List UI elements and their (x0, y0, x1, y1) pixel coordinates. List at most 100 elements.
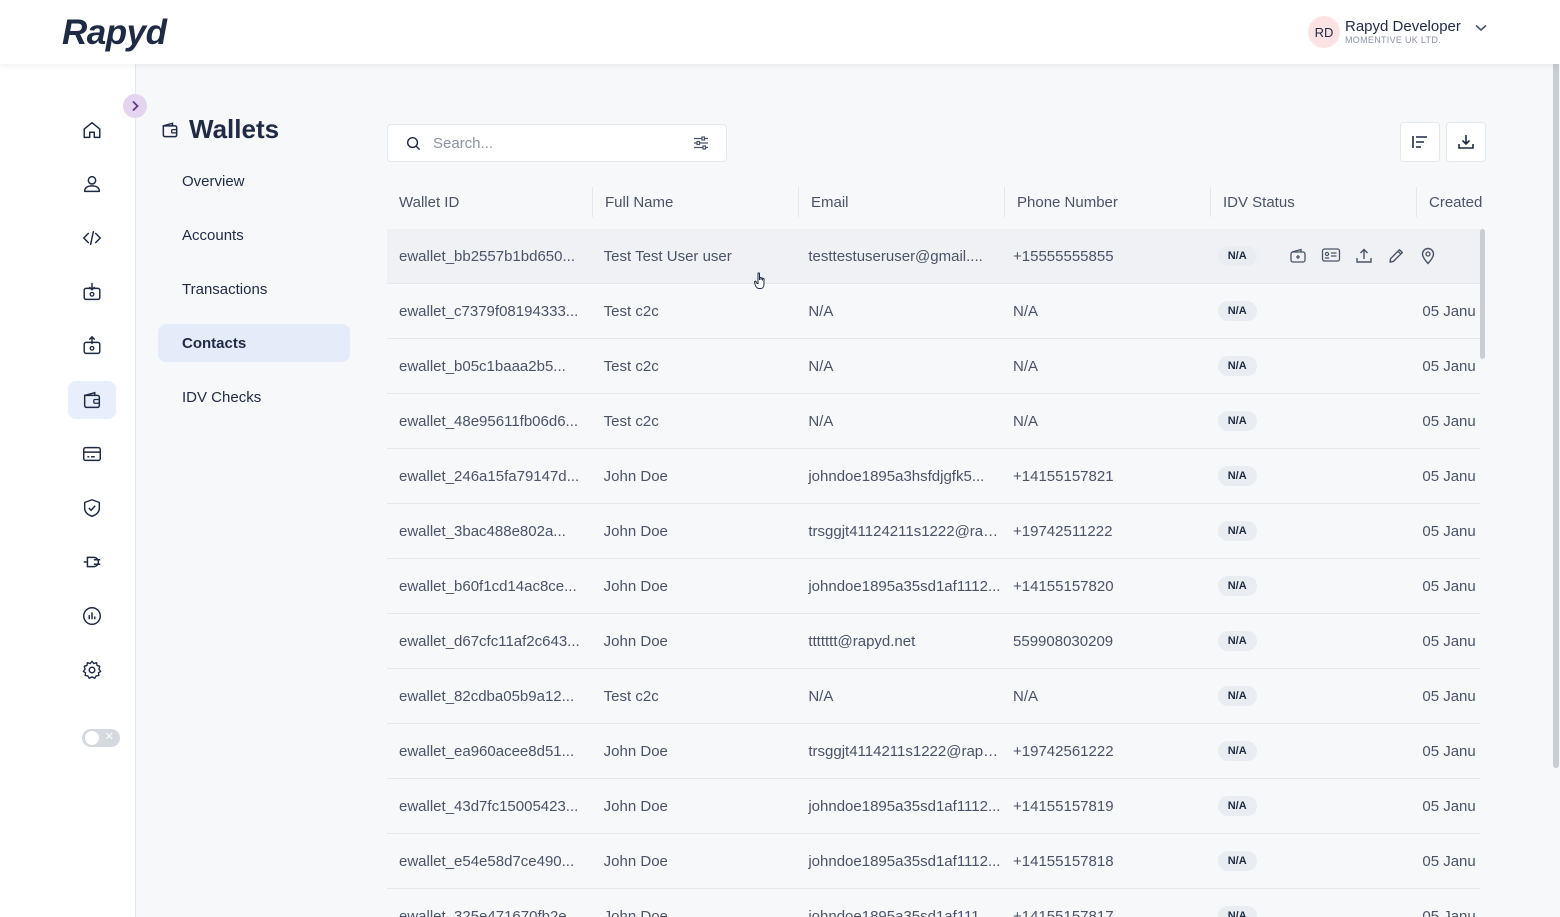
cards-nav-button[interactable] (68, 435, 116, 473)
expand-sidebar-button[interactable] (123, 94, 147, 118)
column-header-full-name[interactable]: Full Name (593, 181, 799, 223)
close-icon: ✕ (104, 731, 114, 743)
email-cell: N/A (808, 412, 834, 430)
code-icon (82, 230, 102, 246)
status-badge: N/A (1217, 356, 1257, 376)
table-row[interactable]: ewallet_3bac488e802a... John Doe trsggjt41… (387, 504, 1480, 559)
table-row[interactable]: ewallet_82cdba05b9a12... Test c2c N/A N/A N/… (387, 669, 1480, 724)
phone-number-cell: +14155157817 (1013, 907, 1114, 917)
column-header-idv-status[interactable]: IDV Status (1211, 181, 1417, 223)
table-row[interactable]: ewallet_e54e58d7ce490... John Doe johndoe1… (387, 834, 1480, 889)
status-badge: N/A (1217, 246, 1257, 266)
settings-nav-button[interactable] (68, 651, 116, 689)
phone-number-cell: +14155157818 (1013, 852, 1114, 870)
full-name-cell: John Doe (603, 852, 668, 870)
rapyd-logo[interactable]: Rapyd (62, 13, 167, 53)
idv-status-cell: N/A (1206, 301, 1411, 321)
full-name-cell: John Doe (603, 907, 668, 917)
email-cell: johndoe1895a35sd1af1112... (808, 797, 1001, 815)
download-button[interactable] (1446, 122, 1486, 162)
idv-status-cell: N/A (1206, 356, 1411, 376)
full-name-cell: John Doe (603, 797, 668, 815)
table-row[interactable]: ewallet_b05c1baaa2b5... Test c2c N/A N/A N/A… (387, 339, 1480, 394)
table-row[interactable]: ewallet_bb2557b1bd650... Test Test User u… (387, 229, 1480, 284)
phone-number-cell: +14155157820 (1013, 577, 1114, 595)
status-badge: N/A (1217, 851, 1257, 871)
column-header-email[interactable]: Email (799, 181, 1005, 223)
phone-number-cell: +15555555855 (1013, 247, 1114, 265)
wallet-id-cell: ewallet_c7379f08194333... (399, 302, 579, 320)
contacts-table: Wallet ID Full Name Email Phone Number I… (387, 181, 1487, 917)
status-badge: N/A (1217, 741, 1257, 761)
table-row[interactable]: ewallet_c7379f08194333... Test c2c N/A N/A N… (387, 284, 1480, 339)
search-input[interactable] (433, 134, 683, 152)
subnav-item-overview[interactable]: Overview (158, 162, 350, 200)
user-menu[interactable]: RD Rapyd Developer MOMENTIVE UK LTD. (1308, 16, 1487, 48)
reports-nav-button[interactable] (68, 597, 116, 635)
edit-icon[interactable] (1387, 247, 1405, 265)
created-cell: 05 Janu (1422, 302, 1476, 320)
location-pin-icon[interactable] (1419, 247, 1437, 265)
disburse-nav-button[interactable] (68, 327, 116, 365)
table-row[interactable]: ewallet_ea960acee8d51... John Doe trsggjt4… (387, 724, 1480, 779)
collect-nav-button[interactable] (68, 273, 116, 311)
page-scrollbar[interactable] (1553, 0, 1559, 768)
wallets-nav-button[interactable] (68, 381, 116, 419)
avatar[interactable]: RD (1308, 16, 1340, 48)
home-nav-button[interactable] (68, 111, 116, 149)
table-scrollbar[interactable] (1480, 229, 1485, 359)
email-cell: ttttttt@rapyd.net (808, 632, 916, 650)
table-row[interactable]: ewallet_325e471670fb2e... John Doe johndoe… (387, 889, 1480, 917)
upload-icon[interactable] (1355, 247, 1373, 265)
status-badge: N/A (1217, 686, 1257, 706)
status-badge: N/A (1217, 631, 1257, 651)
table-row[interactable]: ewallet_43d7fc15005423... John Doe johndoe… (387, 779, 1480, 834)
wallet-id-cell: ewallet_43d7fc15005423... (399, 797, 579, 815)
shield-check-icon (83, 499, 101, 517)
column-header-wallet-id[interactable]: Wallet ID (387, 181, 593, 223)
plug-icon (83, 556, 101, 568)
table-header: Wallet ID Full Name Email Phone Number I… (387, 181, 1487, 223)
table-row[interactable]: ewallet_246a15fa79147d... John Doe johndoe… (387, 449, 1480, 504)
column-header-created[interactable]: Created (1417, 181, 1487, 223)
full-name-cell: John Doe (603, 742, 668, 760)
verify-nav-button[interactable] (68, 489, 116, 527)
email-cell: trsggjt41124211s1222@rap... (808, 522, 1002, 540)
integrations-nav-button[interactable] (68, 543, 116, 581)
search-box (387, 124, 727, 162)
filter-sliders-icon[interactable] (693, 135, 709, 151)
subnav-item-transactions[interactable]: Transactions (158, 270, 350, 308)
full-name-cell: John Doe (603, 577, 668, 595)
id-card-icon[interactable] (1321, 247, 1341, 265)
idv-status-cell: N/A (1206, 906, 1411, 917)
add-wallet-icon[interactable] (1289, 247, 1307, 265)
created-cell: 05 Janu (1422, 412, 1476, 430)
users-nav-button[interactable] (68, 165, 116, 203)
status-badge: N/A (1217, 906, 1257, 917)
idv-status-cell: N/A (1206, 851, 1411, 871)
phone-number-cell: +14155157819 (1013, 797, 1114, 815)
developers-nav-button[interactable] (68, 219, 116, 257)
table-row[interactable]: ewallet_b60f1cd14ac8ce... John Doe johndoe… (387, 559, 1480, 614)
subnav-item-idv-checks[interactable]: IDV Checks (158, 378, 350, 416)
column-header-phone-number[interactable]: Phone Number (1005, 181, 1211, 223)
subnav-item-contacts[interactable]: Contacts (158, 324, 350, 362)
disburse-icon (83, 335, 101, 355)
wallet-id-cell: ewallet_e54e58d7ce490... (399, 852, 575, 870)
user-icon (83, 175, 101, 193)
toggle-knob (85, 731, 99, 745)
chevron-right-icon (132, 100, 139, 112)
sort-button[interactable] (1400, 122, 1440, 162)
chevron-down-icon[interactable] (1475, 19, 1487, 37)
wallet-id-cell: ewallet_246a15fa79147d... (399, 467, 580, 485)
idv-status-cell: N/A (1206, 631, 1411, 651)
email-cell: trsggjt4114211s1222@rapy... (808, 742, 1002, 760)
theme-toggle[interactable]: ✕ (82, 729, 120, 747)
status-badge: N/A (1217, 576, 1257, 596)
column-label: Created (1429, 193, 1483, 211)
subnav-item-accounts[interactable]: Accounts (158, 216, 350, 254)
section-title: Wallets (160, 114, 279, 145)
phone-number-cell: N/A (1013, 357, 1039, 375)
table-row[interactable]: ewallet_d67cfc11af2c643... John Doe tttttt… (387, 614, 1480, 669)
table-row[interactable]: ewallet_48e95611fb06d6... Test c2c N/A N/A N… (387, 394, 1480, 449)
